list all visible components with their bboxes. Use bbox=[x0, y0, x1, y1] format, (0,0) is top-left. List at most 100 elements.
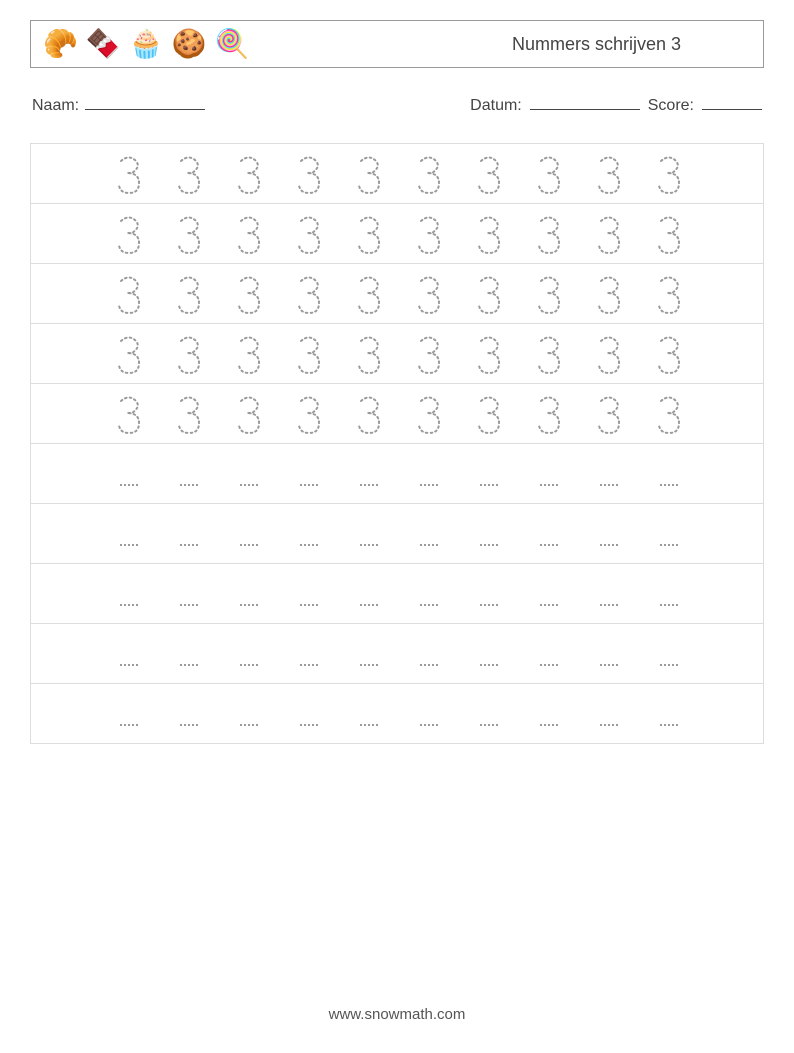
practice-baseline[interactable] bbox=[120, 484, 138, 486]
practice-baseline[interactable] bbox=[240, 664, 258, 666]
trace-digit-3[interactable] bbox=[115, 394, 143, 434]
practice-baseline[interactable] bbox=[660, 484, 678, 486]
trace-digit-3[interactable] bbox=[295, 274, 323, 314]
trace-digit-3[interactable] bbox=[115, 214, 143, 254]
trace-digit-3[interactable] bbox=[295, 154, 323, 194]
practice-baseline[interactable] bbox=[180, 484, 198, 486]
practice-baseline[interactable] bbox=[300, 604, 318, 606]
practice-baseline[interactable] bbox=[180, 544, 198, 546]
practice-baseline[interactable] bbox=[420, 604, 438, 606]
trace-digit-3[interactable] bbox=[595, 154, 623, 194]
trace-digit-3[interactable] bbox=[175, 214, 203, 254]
practice-baseline[interactable] bbox=[540, 724, 558, 726]
trace-digit-3[interactable] bbox=[535, 214, 563, 254]
trace-digit-3[interactable] bbox=[535, 154, 563, 194]
trace-digit-3[interactable] bbox=[115, 274, 143, 314]
trace-digit-3[interactable] bbox=[595, 334, 623, 374]
trace-digit-3[interactable] bbox=[355, 334, 383, 374]
date-blank[interactable] bbox=[530, 96, 640, 110]
practice-baseline[interactable] bbox=[180, 724, 198, 726]
practice-baseline[interactable] bbox=[360, 484, 378, 486]
practice-baseline[interactable] bbox=[360, 724, 378, 726]
trace-digit-3[interactable] bbox=[115, 334, 143, 374]
trace-digit-3[interactable] bbox=[355, 394, 383, 434]
practice-baseline[interactable] bbox=[120, 604, 138, 606]
practice-baseline[interactable] bbox=[480, 724, 498, 726]
practice-baseline[interactable] bbox=[600, 664, 618, 666]
practice-baseline[interactable] bbox=[420, 664, 438, 666]
trace-digit-3[interactable] bbox=[655, 334, 683, 374]
trace-digit-3[interactable] bbox=[235, 334, 263, 374]
trace-digit-3[interactable] bbox=[535, 334, 563, 374]
trace-digit-3[interactable] bbox=[475, 334, 503, 374]
trace-digit-3[interactable] bbox=[655, 154, 683, 194]
trace-digit-3[interactable] bbox=[175, 394, 203, 434]
trace-digit-3[interactable] bbox=[415, 214, 443, 254]
trace-digit-3[interactable] bbox=[415, 394, 443, 434]
practice-baseline[interactable] bbox=[600, 544, 618, 546]
trace-digit-3[interactable] bbox=[295, 334, 323, 374]
practice-baseline[interactable] bbox=[240, 724, 258, 726]
trace-digit-3[interactable] bbox=[355, 274, 383, 314]
score-blank[interactable] bbox=[702, 96, 762, 110]
trace-digit-3[interactable] bbox=[415, 154, 443, 194]
practice-baseline[interactable] bbox=[480, 544, 498, 546]
practice-baseline[interactable] bbox=[300, 544, 318, 546]
practice-baseline[interactable] bbox=[540, 604, 558, 606]
trace-digit-3[interactable] bbox=[655, 214, 683, 254]
practice-baseline[interactable] bbox=[540, 544, 558, 546]
trace-digit-3[interactable] bbox=[655, 274, 683, 314]
practice-baseline[interactable] bbox=[660, 664, 678, 666]
trace-digit-3[interactable] bbox=[655, 394, 683, 434]
practice-baseline[interactable] bbox=[480, 484, 498, 486]
trace-digit-3[interactable] bbox=[595, 394, 623, 434]
practice-baseline[interactable] bbox=[240, 544, 258, 546]
practice-baseline[interactable] bbox=[300, 664, 318, 666]
practice-baseline[interactable] bbox=[360, 544, 378, 546]
practice-baseline[interactable] bbox=[240, 604, 258, 606]
trace-digit-3[interactable] bbox=[535, 394, 563, 434]
practice-baseline[interactable] bbox=[180, 604, 198, 606]
practice-baseline[interactable] bbox=[360, 604, 378, 606]
practice-baseline[interactable] bbox=[360, 664, 378, 666]
trace-digit-3[interactable] bbox=[535, 274, 563, 314]
trace-digit-3[interactable] bbox=[235, 274, 263, 314]
trace-digit-3[interactable] bbox=[595, 214, 623, 254]
trace-digit-3[interactable] bbox=[235, 154, 263, 194]
trace-digit-3[interactable] bbox=[295, 394, 323, 434]
trace-digit-3[interactable] bbox=[415, 334, 443, 374]
practice-baseline[interactable] bbox=[540, 664, 558, 666]
practice-baseline[interactable] bbox=[480, 664, 498, 666]
practice-baseline[interactable] bbox=[420, 724, 438, 726]
practice-baseline[interactable] bbox=[540, 484, 558, 486]
trace-digit-3[interactable] bbox=[475, 214, 503, 254]
trace-digit-3[interactable] bbox=[475, 394, 503, 434]
practice-baseline[interactable] bbox=[120, 544, 138, 546]
practice-baseline[interactable] bbox=[600, 484, 618, 486]
trace-digit-3[interactable] bbox=[175, 334, 203, 374]
practice-baseline[interactable] bbox=[600, 724, 618, 726]
practice-baseline[interactable] bbox=[420, 544, 438, 546]
trace-digit-3[interactable] bbox=[175, 154, 203, 194]
practice-baseline[interactable] bbox=[300, 484, 318, 486]
practice-baseline[interactable] bbox=[120, 664, 138, 666]
practice-baseline[interactable] bbox=[300, 724, 318, 726]
practice-baseline[interactable] bbox=[660, 724, 678, 726]
trace-digit-3[interactable] bbox=[295, 214, 323, 254]
trace-digit-3[interactable] bbox=[175, 274, 203, 314]
trace-digit-3[interactable] bbox=[595, 274, 623, 314]
trace-digit-3[interactable] bbox=[415, 274, 443, 314]
practice-baseline[interactable] bbox=[120, 724, 138, 726]
practice-baseline[interactable] bbox=[240, 484, 258, 486]
practice-baseline[interactable] bbox=[660, 604, 678, 606]
practice-baseline[interactable] bbox=[660, 544, 678, 546]
trace-digit-3[interactable] bbox=[115, 154, 143, 194]
trace-digit-3[interactable] bbox=[235, 214, 263, 254]
practice-baseline[interactable] bbox=[480, 604, 498, 606]
trace-digit-3[interactable] bbox=[475, 154, 503, 194]
trace-digit-3[interactable] bbox=[475, 274, 503, 314]
trace-digit-3[interactable] bbox=[235, 394, 263, 434]
trace-digit-3[interactable] bbox=[355, 154, 383, 194]
practice-baseline[interactable] bbox=[180, 664, 198, 666]
trace-digit-3[interactable] bbox=[355, 214, 383, 254]
